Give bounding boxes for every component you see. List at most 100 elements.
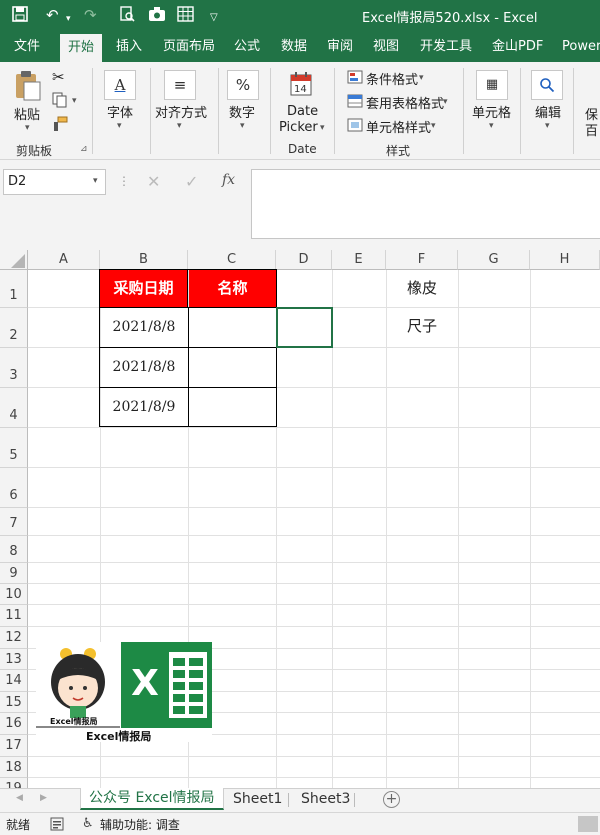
customize-qat-icon[interactable]: ▽: [210, 9, 218, 27]
cell-f1[interactable]: 橡皮: [386, 270, 458, 307]
alignment-dropdown-icon[interactable]: ▾: [177, 121, 182, 131]
table-cell-date[interactable]: 2021/8/8: [100, 348, 188, 387]
tab-developer[interactable]: 开发工具: [420, 32, 472, 62]
edit-label[interactable]: 编辑: [535, 102, 561, 121]
date-picker-dropdown-icon[interactable]: ▾: [320, 123, 325, 133]
tab-home[interactable]: 开始: [60, 34, 103, 62]
row-header-18[interactable]: 18: [0, 757, 28, 778]
tab-file[interactable]: 文件: [14, 32, 40, 62]
row-header-15[interactable]: 15: [0, 692, 28, 713]
table-cell-date[interactable]: 2021/8/9: [100, 388, 188, 427]
table-format-icon[interactable]: [347, 94, 363, 111]
table-icon[interactable]: [177, 6, 194, 26]
tab-power[interactable]: Power: [562, 32, 600, 62]
name-box-dropdown-icon[interactable]: ▾: [93, 176, 98, 186]
conditional-format-icon[interactable]: [347, 70, 363, 87]
search-icon[interactable]: [531, 70, 563, 100]
redo-icon[interactable]: ↷: [84, 6, 97, 24]
column-header-c[interactable]: C: [188, 250, 276, 270]
number-dropdown-icon[interactable]: ▾: [240, 121, 245, 131]
percent-icon[interactable]: %: [227, 70, 259, 100]
alignment-label[interactable]: 对齐方式: [155, 102, 207, 121]
name-box[interactable]: D2: [3, 169, 106, 195]
cell-style-icon[interactable]: [347, 118, 363, 135]
row-header-3[interactable]: 3: [0, 348, 28, 388]
cell-style-dropdown-icon[interactable]: ▾: [431, 121, 436, 131]
row-header-6[interactable]: 6: [0, 468, 28, 508]
row-header-16[interactable]: 16: [0, 713, 28, 735]
cancel-icon[interactable]: ✕: [147, 172, 160, 191]
table-header-date[interactable]: 采购日期: [100, 270, 188, 307]
table-cell-name[interactable]: [189, 308, 276, 347]
column-header-f[interactable]: F: [386, 250, 458, 270]
cells-dropdown-icon[interactable]: ▾: [489, 121, 494, 131]
font-dropdown-icon[interactable]: ▾: [117, 121, 122, 131]
date-picker-line1[interactable]: Date: [287, 104, 318, 119]
column-header-h[interactable]: H: [530, 250, 600, 270]
conditional-format-dropdown-icon[interactable]: ▾: [419, 73, 424, 83]
macro-record-icon[interactable]: [50, 817, 64, 834]
column-header-a[interactable]: A: [28, 250, 100, 270]
camera-icon[interactable]: [148, 6, 166, 26]
row-header-1[interactable]: 1: [0, 270, 28, 308]
print-preview-icon[interactable]: [119, 6, 135, 26]
undo-icon[interactable]: ↶: [46, 6, 59, 24]
row-header-13[interactable]: 13: [0, 649, 28, 670]
view-normal-icon[interactable]: [578, 816, 598, 832]
clipboard-launcher-icon[interactable]: ⊿: [80, 144, 88, 154]
row-header-8[interactable]: 8: [0, 536, 28, 563]
column-header-d[interactable]: D: [276, 250, 332, 270]
insert-function-icon[interactable]: fx: [222, 172, 235, 188]
table-cell-name[interactable]: [189, 388, 276, 427]
table-format-label[interactable]: 套用表格格式: [366, 93, 444, 112]
add-sheet-icon[interactable]: +: [383, 791, 400, 808]
format-painter-icon[interactable]: [52, 116, 68, 135]
logo-picture[interactable]: Excel情报局 X Excel情报局: [36, 642, 212, 743]
font-label[interactable]: 字体: [107, 102, 133, 121]
scroll-right-icon[interactable]: ▶: [40, 793, 47, 803]
paste-icon[interactable]: [14, 70, 42, 105]
cells-label[interactable]: 单元格: [472, 102, 511, 121]
worksheet-grid[interactable]: A B C D E F G H 1 2 3 4 5 6 7 8 9 10 11 …: [0, 250, 600, 788]
accessibility-icon[interactable]: ♿: [82, 816, 94, 831]
row-header-2[interactable]: 2: [0, 308, 28, 348]
tab-page-layout[interactable]: 页面布局: [163, 32, 215, 62]
date-picker-line2[interactable]: Picker: [279, 120, 318, 135]
tab-formulas[interactable]: 公式: [234, 32, 260, 62]
scroll-left-icon[interactable]: ◀: [16, 793, 23, 803]
row-header-11[interactable]: 11: [0, 605, 28, 627]
sheet-tab[interactable]: Sheet3: [301, 789, 350, 811]
tab-insert[interactable]: 插入: [116, 32, 142, 62]
row-header-10[interactable]: 10: [0, 584, 28, 605]
edit-dropdown-icon[interactable]: ▾: [545, 121, 550, 131]
row-header-17[interactable]: 17: [0, 735, 28, 757]
table-format-dropdown-icon[interactable]: ▾: [443, 97, 448, 107]
table-cell-date[interactable]: 2021/8/8: [100, 308, 188, 347]
tab-view[interactable]: 视图: [373, 32, 399, 62]
font-icon[interactable]: A: [104, 70, 136, 100]
paste-label[interactable]: 粘贴: [14, 104, 40, 123]
row-header-5[interactable]: 5: [0, 428, 28, 468]
enter-icon[interactable]: ✓: [185, 172, 198, 191]
row-header-19[interactable]: 19: [0, 778, 28, 788]
copy-dropdown-icon[interactable]: ▾: [72, 96, 77, 106]
paste-dropdown-icon[interactable]: ▾: [25, 123, 30, 133]
cut-icon[interactable]: ✂: [52, 68, 65, 86]
table-header-name[interactable]: 名称: [189, 270, 276, 307]
cell-f2[interactable]: 尺子: [386, 308, 458, 347]
sheet-tab-active[interactable]: 公众号 Excel情报局: [80, 788, 224, 810]
select-all-corner[interactable]: [0, 250, 28, 270]
row-header-4[interactable]: 4: [0, 388, 28, 428]
number-label[interactable]: 数字: [229, 102, 255, 121]
column-header-b[interactable]: B: [100, 250, 188, 270]
row-header-7[interactable]: 7: [0, 508, 28, 536]
row-header-14[interactable]: 14: [0, 670, 28, 692]
active-cell-selection[interactable]: [276, 307, 333, 348]
save-icon[interactable]: [12, 6, 28, 26]
copy-icon[interactable]: [52, 92, 68, 111]
undo-dropdown-icon[interactable]: ▾: [66, 10, 71, 28]
alignment-icon[interactable]: ≡: [164, 70, 196, 100]
tab-review[interactable]: 审阅: [327, 32, 353, 62]
row-header-9[interactable]: 9: [0, 563, 28, 584]
conditional-format-label[interactable]: 条件格式: [366, 69, 418, 88]
